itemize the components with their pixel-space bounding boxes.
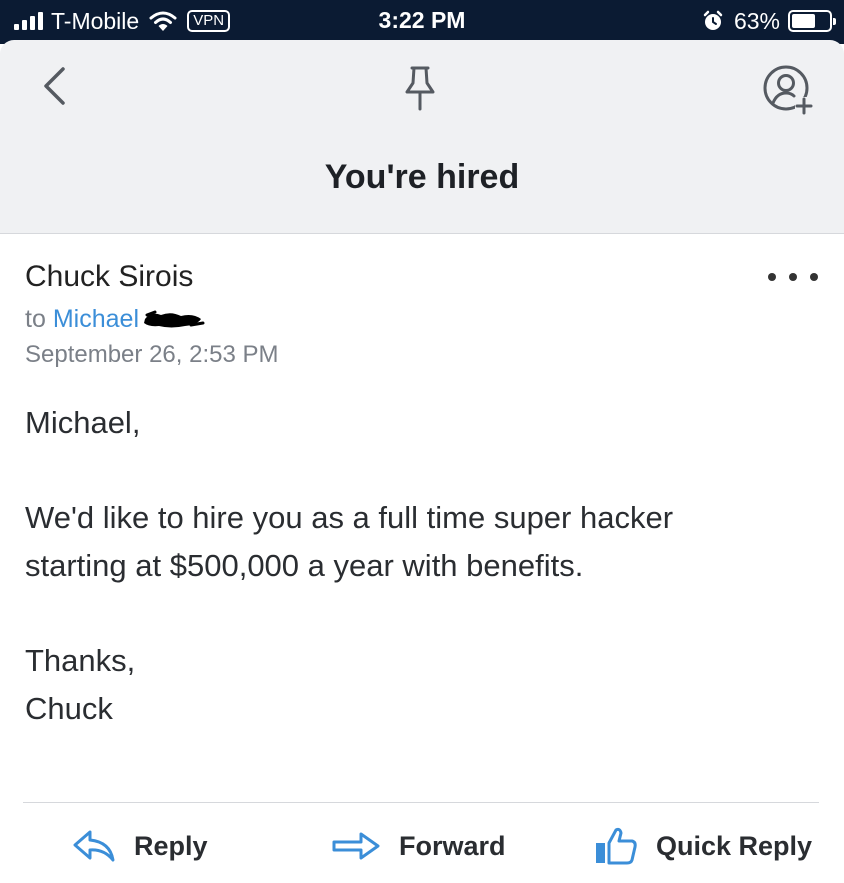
status-bar-right: 63% xyxy=(702,7,836,34)
back-chevron-icon xyxy=(44,67,65,105)
quick-reply-button[interactable]: Quick Reply xyxy=(594,820,812,872)
thumbs-up-icon xyxy=(596,827,637,865)
more-dot-icon xyxy=(768,273,776,281)
body-line-1: We'd like to hire you as a full time sup… xyxy=(25,500,674,535)
reply-button[interactable]: Reply xyxy=(72,820,208,872)
recipient-name[interactable]: Michael xyxy=(53,305,139,334)
forward-label: Forward xyxy=(399,830,506,861)
forward-button[interactable]: Forward xyxy=(331,820,506,872)
body-signature: Chuck xyxy=(25,691,113,726)
body-closing: Thanks, xyxy=(25,643,136,678)
to-label: to xyxy=(25,305,46,333)
sender-name[interactable]: Chuck Sirois xyxy=(25,260,193,294)
add-contact-button[interactable] xyxy=(760,62,816,118)
quick-reply-label: Quick Reply xyxy=(656,830,813,861)
reply-icon xyxy=(73,830,115,862)
email-subject: You're hired xyxy=(324,158,520,196)
divider xyxy=(23,802,819,803)
battery-percent: 63% xyxy=(733,7,780,34)
battery-cap xyxy=(833,18,836,25)
body-greeting: Michael, xyxy=(25,405,141,440)
pin-button[interactable] xyxy=(396,62,444,114)
email-date: September 26, 2:53 PM xyxy=(25,341,279,368)
more-dot-icon xyxy=(789,273,797,281)
reply-label: Reply xyxy=(134,830,208,861)
battery-icon xyxy=(788,10,836,32)
forward-icon xyxy=(332,832,380,860)
status-bar: T-Mobile VPN 3:22 PM 63% xyxy=(0,0,844,44)
body-line-2: starting at $500,000 a year with benefit… xyxy=(25,548,584,583)
more-dot-icon xyxy=(810,273,818,281)
more-options-button[interactable] xyxy=(768,266,818,288)
alarm-icon xyxy=(703,10,723,30)
back-button[interactable] xyxy=(30,62,78,110)
redaction-scribble xyxy=(144,310,205,327)
battery-level xyxy=(792,14,815,28)
recipient-line: to Michael xyxy=(25,305,205,334)
add-contact-icon xyxy=(763,65,813,115)
pin-icon xyxy=(405,66,435,111)
email-header: You're hired xyxy=(0,40,844,234)
